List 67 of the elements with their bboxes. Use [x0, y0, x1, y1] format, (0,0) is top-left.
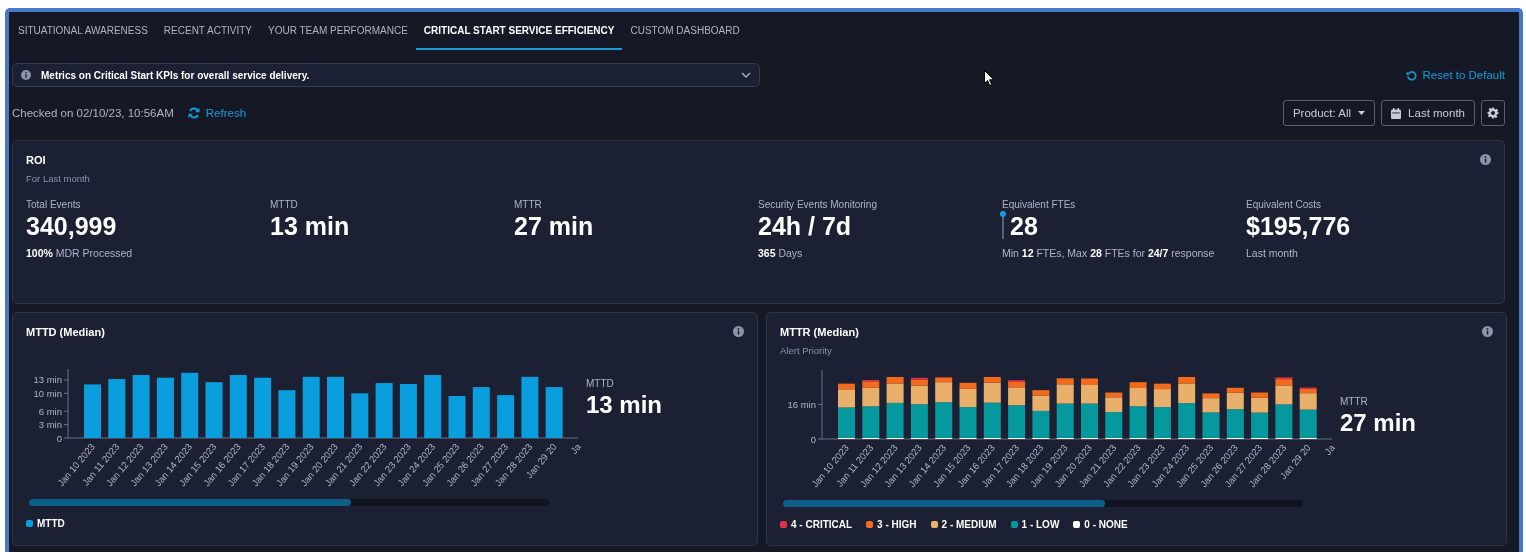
reset-icon [1405, 69, 1417, 81]
y-tick-label: 10 min [33, 387, 62, 399]
chevron-down-icon [741, 72, 751, 78]
metric-label: Total Events [26, 199, 82, 210]
y-tick-label: 0 [56, 432, 62, 444]
range-scrollbar[interactable] [29, 499, 549, 506]
refresh-icon [187, 107, 200, 119]
mouse-pointer-icon [984, 70, 995, 86]
info-banner[interactable]: Metrics on Critical Start KPIs for overall service delivery. [12, 63, 760, 87]
metric-label: Equivalent Costs [1246, 199, 1323, 210]
card-subtitle: Alert Priority [780, 345, 833, 356]
summary-label: MTTD [586, 378, 615, 389]
metric-value: $195,776 [1246, 211, 1351, 242]
metric-value: 340,999 [26, 211, 117, 242]
legend-label: 1 - LOW [1021, 519, 1060, 530]
metric-value: 13 min [270, 211, 350, 242]
caret-icon [1358, 111, 1366, 115]
summary-value: 13 min [586, 390, 663, 420]
card-title: ROI [26, 154, 47, 166]
settings-icon [1487, 107, 1499, 119]
tab[interactable]: RECENT ACTIVITY [155, 12, 260, 50]
settings-button[interactable] [1481, 100, 1505, 126]
tab[interactable]: CUSTOM DASHBOARD [622, 12, 748, 50]
card-subtitle: For Last month [26, 173, 90, 184]
info-icon [21, 70, 31, 80]
product-dropdown[interactable]: Product: All [1282, 100, 1376, 126]
legend-label: 4 - CRITICAL [791, 519, 853, 530]
metric-label: MTTR [514, 199, 543, 210]
summary-value: 27 min [1340, 408, 1417, 438]
calendar-icon [1391, 107, 1402, 119]
tab[interactable]: CRITICAL START SERVICE EFFICIENCY [415, 12, 623, 50]
metric-note: Min 12 FTEs, Max 28 FTEs for 24/7 response [1002, 247, 1216, 259]
card-title: MTTR (Median) [780, 326, 859, 338]
tab[interactable]: SITUATIONAL AWARENESS [12, 12, 156, 50]
checked-timestamp: Checked on 02/10/23, 10:56AM [12, 107, 174, 119]
summary-label: MTTR [1340, 396, 1369, 407]
metric-note: 100% MDR Processed [26, 247, 134, 259]
metric-label: MTTD [270, 199, 299, 210]
y-axis: 0 16 min [787, 369, 1333, 445]
metric-label: Security Events Monitoring [758, 199, 878, 210]
legend-label: 0 - NONE [1084, 519, 1128, 530]
reset-link[interactable]: Reset to Default [1405, 69, 1505, 81]
metric-note: 365 Days [758, 247, 804, 259]
y-tick-label: 13 min [33, 374, 62, 386]
banner-text: Metrics on Critical Start KPIs for overall service delivery. [41, 69, 311, 81]
refresh-link[interactable]: Refresh [187, 107, 247, 119]
legend-label: 3 - HIGH [877, 519, 917, 530]
y-tick-label: 0 [810, 433, 816, 445]
legend-label: MTTD [37, 518, 65, 529]
tab[interactable]: YOUR TEAM PERFORMANCE [260, 12, 416, 50]
info-icon[interactable] [733, 326, 744, 337]
info-icon[interactable] [1482, 326, 1493, 337]
metric-value: 28 [1010, 211, 1038, 242]
metric-value: 27 min [514, 211, 594, 242]
date-range-button[interactable]: Last month [1381, 100, 1475, 126]
metric-value: 24h / 7d [758, 211, 852, 242]
axis-label: Ja [568, 441, 582, 456]
card-title: MTTD (Median) [26, 326, 105, 338]
info-icon[interactable] [1480, 154, 1491, 165]
metric-note: Last month [1246, 247, 1299, 259]
axis-label: Ja [1322, 442, 1336, 457]
y-tick-label: 16 min [787, 398, 816, 410]
range-scrollbar[interactable] [783, 500, 1303, 507]
metric-label: Equivalent FTEs [1002, 199, 1077, 210]
y-tick-label: 6 min [38, 405, 62, 417]
y-tick-label: 3 min [38, 419, 62, 431]
legend-label: 2 - MEDIUM [941, 519, 997, 530]
